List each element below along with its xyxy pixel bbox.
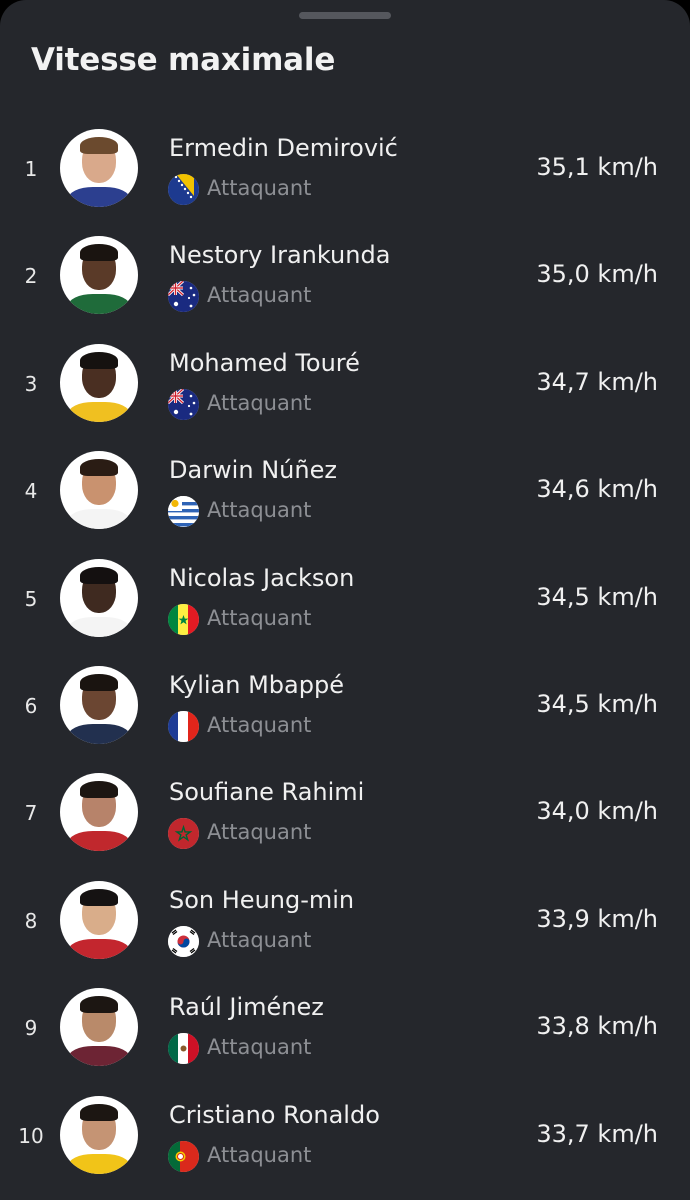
rank-number: 5 bbox=[24, 586, 38, 611]
player-name: Cristiano Ronaldo bbox=[169, 1100, 380, 1129]
avatar-shirt bbox=[68, 1153, 130, 1174]
top-speed-value: 34,7 km/h bbox=[536, 367, 658, 396]
avatar-shirt bbox=[68, 1046, 130, 1067]
avatar-hair bbox=[80, 351, 118, 369]
top-speed-value: 33,8 km/h bbox=[536, 1012, 658, 1041]
rank-number: 3 bbox=[24, 371, 38, 396]
player-name: Mohamed Touré bbox=[169, 348, 360, 377]
rank-number: 10 bbox=[18, 1123, 44, 1148]
sheet-title: Vitesse maximale bbox=[31, 42, 336, 78]
player-position: Attaquant bbox=[207, 390, 312, 415]
portugal-flag-icon bbox=[168, 1140, 199, 1172]
top-speed-value: 34,5 km/h bbox=[536, 689, 658, 718]
avatar-hair bbox=[80, 781, 118, 799]
senegal-flag-icon bbox=[168, 603, 199, 635]
player-row[interactable]: 5 Nicolas Jackson Attaquant 34,5 km/h bbox=[0, 544, 690, 651]
top-speed-value: 35,1 km/h bbox=[536, 153, 658, 181]
player-name: Son Heung-min bbox=[169, 885, 355, 914]
avatar-hair bbox=[80, 996, 118, 1014]
player-name: Ermedin Demirović bbox=[169, 134, 398, 162]
avatar-hair bbox=[80, 1103, 118, 1121]
morocco-flag-icon bbox=[168, 818, 199, 850]
player-avatar bbox=[60, 1095, 138, 1174]
south-korea-flag-icon bbox=[168, 925, 199, 957]
player-name: Darwin Núñez bbox=[169, 456, 337, 485]
player-avatar bbox=[60, 773, 138, 852]
player-ranking-list: 1 Ermedin Demirović Attaquant 35,1 km/h 2 Ne… bbox=[0, 114, 690, 1188]
top-speed-value: 33,9 km/h bbox=[536, 904, 658, 933]
mexico-flag-icon bbox=[168, 1033, 199, 1065]
avatar-hair bbox=[80, 888, 118, 906]
player-row[interactable]: 3 Mohamed Touré Attaquant 34,7 km/h bbox=[0, 329, 690, 436]
player-position: Attaquant bbox=[207, 1035, 312, 1060]
rank-number: 7 bbox=[24, 801, 38, 826]
avatar-shirt bbox=[68, 831, 130, 852]
player-name: Raúl Jiménez bbox=[169, 993, 324, 1022]
player-position: Attaquant bbox=[207, 605, 312, 630]
avatar-hair bbox=[80, 566, 118, 584]
player-position: Attaquant bbox=[207, 498, 312, 523]
player-row[interactable]: 4 Darwin Núñez Attaquant 34,6 km/h bbox=[0, 436, 690, 543]
avatar-shirt bbox=[68, 938, 130, 959]
player-name: Kylian Mbappé bbox=[169, 670, 344, 699]
player-position: Attaquant bbox=[207, 283, 312, 308]
rank-number: 1 bbox=[24, 157, 38, 181]
player-avatar bbox=[60, 558, 138, 637]
player-row[interactable]: 8 Son Heung-min Attaquant 33,9 km/h bbox=[0, 866, 690, 973]
player-row[interactable]: 1 Ermedin Demirović Attaquant 35,1 km/h bbox=[0, 114, 690, 221]
player-row[interactable]: 10 Cristiano Ronaldo Attaquant 33,7 km/h bbox=[0, 1081, 690, 1188]
top-speed-value: 35,0 km/h bbox=[536, 260, 658, 289]
france-flag-icon bbox=[168, 710, 199, 742]
bosnia-flag-icon bbox=[168, 174, 199, 205]
rank-number: 4 bbox=[24, 479, 38, 504]
player-position: Attaquant bbox=[207, 176, 312, 200]
drag-handle[interactable] bbox=[299, 12, 391, 19]
top-speed-value: 34,6 km/h bbox=[536, 475, 658, 504]
player-avatar bbox=[60, 988, 138, 1067]
player-row[interactable]: 6 Kylian Mbappé Attaquant 34,5 km/h bbox=[0, 651, 690, 758]
player-avatar bbox=[60, 665, 138, 744]
player-position: Attaquant bbox=[207, 927, 312, 952]
player-row[interactable]: 2 Nestory Irankunda Attaquant 35,0 km/h bbox=[0, 221, 690, 328]
player-avatar bbox=[60, 343, 138, 422]
avatar-shirt bbox=[68, 509, 130, 530]
player-position: Attaquant bbox=[207, 820, 312, 845]
avatar-hair bbox=[80, 673, 118, 691]
player-avatar bbox=[60, 129, 138, 207]
player-avatar bbox=[60, 880, 138, 959]
avatar-hair bbox=[80, 459, 118, 477]
top-speed-value: 34,5 km/h bbox=[536, 582, 658, 611]
top-speed-value: 33,7 km/h bbox=[536, 1119, 658, 1148]
player-position: Attaquant bbox=[207, 1142, 312, 1167]
player-name: Soufiane Rahimi bbox=[169, 778, 365, 807]
avatar-hair bbox=[80, 137, 118, 154]
rank-number: 9 bbox=[24, 1016, 38, 1041]
rank-number: 8 bbox=[24, 908, 38, 933]
uruguay-flag-icon bbox=[168, 496, 199, 528]
rank-number: 2 bbox=[24, 264, 38, 289]
player-position: Attaquant bbox=[207, 712, 312, 737]
player-avatar bbox=[60, 451, 138, 530]
player-name: Nestory Irankunda bbox=[169, 241, 391, 270]
avatar-shirt bbox=[68, 723, 130, 744]
top-speed-value: 34,0 km/h bbox=[536, 797, 658, 826]
player-row[interactable]: 9 Raúl Jiménez Attaquant 33,8 km/h bbox=[0, 973, 690, 1080]
rank-number: 6 bbox=[24, 693, 38, 718]
australia-flag-icon bbox=[168, 388, 199, 420]
avatar-shirt bbox=[68, 187, 130, 207]
avatar-shirt bbox=[68, 616, 130, 637]
australia-flag-icon bbox=[168, 281, 199, 313]
avatar-shirt bbox=[68, 294, 130, 315]
bottom-sheet: Vitesse maximale 1 Ermedin Demirović Attaq… bbox=[0, 0, 690, 1200]
player-row[interactable]: 7 Soufiane Rahimi Attaquant 34,0 km/h bbox=[0, 758, 690, 865]
player-avatar bbox=[60, 236, 138, 315]
avatar-shirt bbox=[68, 401, 130, 422]
player-name: Nicolas Jackson bbox=[169, 563, 355, 592]
avatar-hair bbox=[80, 244, 118, 262]
